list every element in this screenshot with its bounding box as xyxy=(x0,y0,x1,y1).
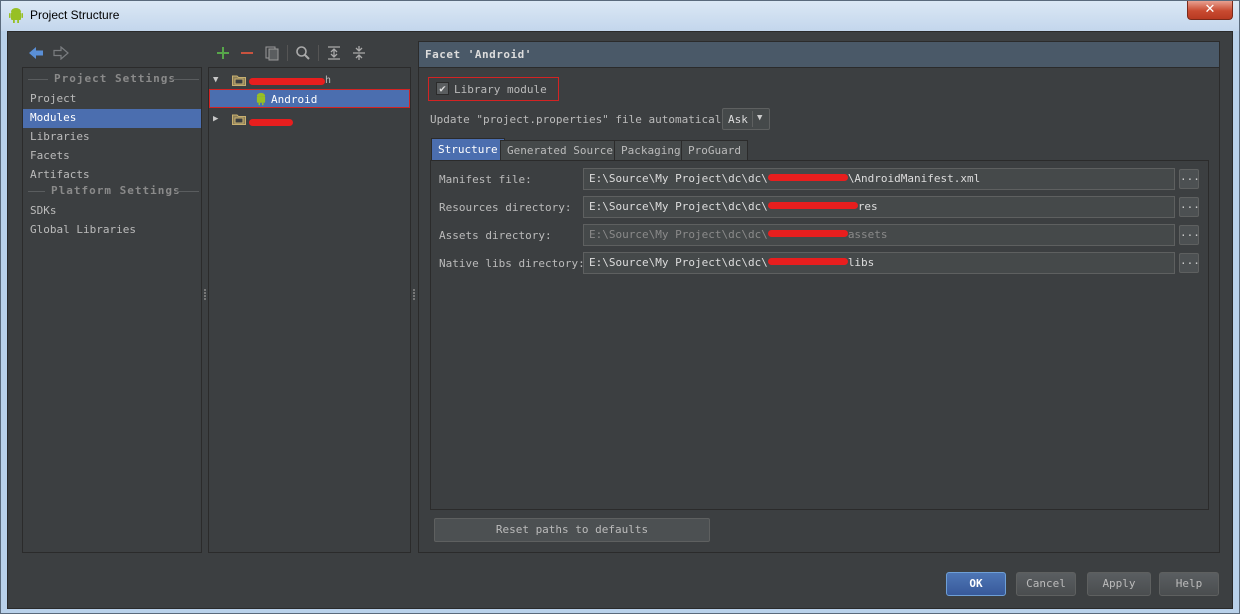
update-mode-value: Ask xyxy=(728,113,748,126)
nav-item-artifacts[interactable]: Artifacts xyxy=(23,166,201,185)
title-bar[interactable]: Project Structure ✕ xyxy=(1,1,1239,31)
project-structure-window: Project Structure ✕ Project Settings Pro… xyxy=(0,0,1240,614)
copy-icon[interactable] xyxy=(264,45,280,61)
splitter-handle[interactable] xyxy=(203,288,207,304)
nav-item-global-libraries[interactable]: Global Libraries xyxy=(23,221,201,240)
browse-assets-button[interactable]: ... xyxy=(1179,225,1200,245)
tab-packaging[interactable]: Packaging xyxy=(614,140,688,161)
chevron-down-icon[interactable]: ▼ xyxy=(213,71,218,90)
facet-panel: Facet 'Android' ✔ Library module Update … xyxy=(418,41,1220,553)
nav-item-modules[interactable]: Modules xyxy=(23,109,201,128)
assets-directory-label: Assets directory: xyxy=(439,229,552,242)
nav-item-project[interactable]: Project xyxy=(23,90,201,109)
tree-row-module-1[interactable]: ▼ h xyxy=(209,71,410,90)
android-icon xyxy=(9,8,23,23)
expand-all-icon[interactable] xyxy=(326,45,342,61)
resources-directory-label: Resources directory: xyxy=(439,201,572,214)
native-libs-directory-field[interactable]: E:\Source\My Project\dc\dc\ libs xyxy=(583,252,1175,274)
facet-header: Facet 'Android' xyxy=(419,42,1219,68)
checkmark-icon[interactable]: ✔ xyxy=(436,82,449,95)
reset-paths-button[interactable]: Reset paths to defaults xyxy=(434,518,710,542)
redaction-mark xyxy=(249,78,325,85)
nav-item-facets[interactable]: Facets xyxy=(23,147,201,166)
library-module-label: Library module xyxy=(454,83,547,96)
splitter-handle[interactable] xyxy=(412,288,416,304)
native-libs-directory-label: Native libs directory: xyxy=(439,257,585,270)
update-mode-select[interactable]: Ask ▼ xyxy=(722,108,770,130)
close-button[interactable]: ✕ xyxy=(1187,1,1233,20)
update-properties-label: Update "project.properties" file automat… xyxy=(430,113,742,126)
chevron-right-icon[interactable]: ▶ xyxy=(213,110,218,129)
resources-directory-field[interactable]: E:\Source\My Project\dc\dc\ res xyxy=(583,196,1175,218)
toolbar-separator xyxy=(318,45,319,61)
browse-native-libs-button[interactable]: ... xyxy=(1179,253,1200,273)
cancel-button[interactable]: Cancel xyxy=(1016,572,1076,596)
window-title: Project Structure xyxy=(30,8,120,22)
tree-row-module-2[interactable]: ▶ xyxy=(209,110,410,129)
tab-structure[interactable]: Structure xyxy=(431,138,505,161)
help-button[interactable]: Help xyxy=(1159,572,1219,596)
chevron-down-icon: ▼ xyxy=(757,113,763,123)
platform-settings-header: Platform Settings xyxy=(23,184,203,198)
module-tree: ▼ h Android ▶ xyxy=(208,67,411,553)
remove-icon[interactable] xyxy=(239,45,255,61)
tab-generated-sources[interactable]: Generated Sources xyxy=(500,140,627,161)
browse-resources-button[interactable]: ... xyxy=(1179,197,1200,217)
assets-directory-field[interactable]: E:\Source\My Project\dc\dc\ assets xyxy=(583,224,1175,246)
android-icon xyxy=(256,92,266,106)
folder-icon xyxy=(232,114,246,125)
tab-proguard[interactable]: ProGuard xyxy=(681,140,748,161)
library-module-checkbox[interactable]: ✔ Library module xyxy=(428,77,559,101)
arrow-left-icon[interactable] xyxy=(28,46,44,60)
toolbar-separator xyxy=(287,45,288,61)
ok-button[interactable]: OK xyxy=(946,572,1006,596)
structure-tab-content: Manifest file: E:\Source\My Project\dc\d… xyxy=(430,160,1209,510)
manifest-file-label: Manifest file: xyxy=(439,173,532,186)
redaction-mark xyxy=(249,119,293,126)
add-icon[interactable] xyxy=(215,45,231,61)
nav-item-sdks[interactable]: SDKs xyxy=(23,202,201,221)
folder-icon xyxy=(232,75,246,86)
tree-row-label: Android xyxy=(271,93,318,106)
nav-item-libraries[interactable]: Libraries xyxy=(23,128,201,147)
browse-manifest-button[interactable]: ... xyxy=(1179,169,1200,189)
tree-row-android-facet[interactable]: Android xyxy=(209,89,410,108)
search-icon[interactable] xyxy=(295,45,311,61)
dialog-body: Project Settings Project Modules Librari… xyxy=(7,31,1233,609)
manifest-file-field[interactable]: E:\Source\My Project\dc\dc\ \AndroidManif… xyxy=(583,168,1175,190)
collapse-all-icon[interactable] xyxy=(351,45,367,61)
project-settings-header: Project Settings xyxy=(23,72,203,86)
apply-button[interactable]: Apply xyxy=(1087,572,1151,596)
arrow-right-icon[interactable] xyxy=(53,46,69,60)
settings-list: Project Settings Project Modules Librari… xyxy=(22,67,202,553)
